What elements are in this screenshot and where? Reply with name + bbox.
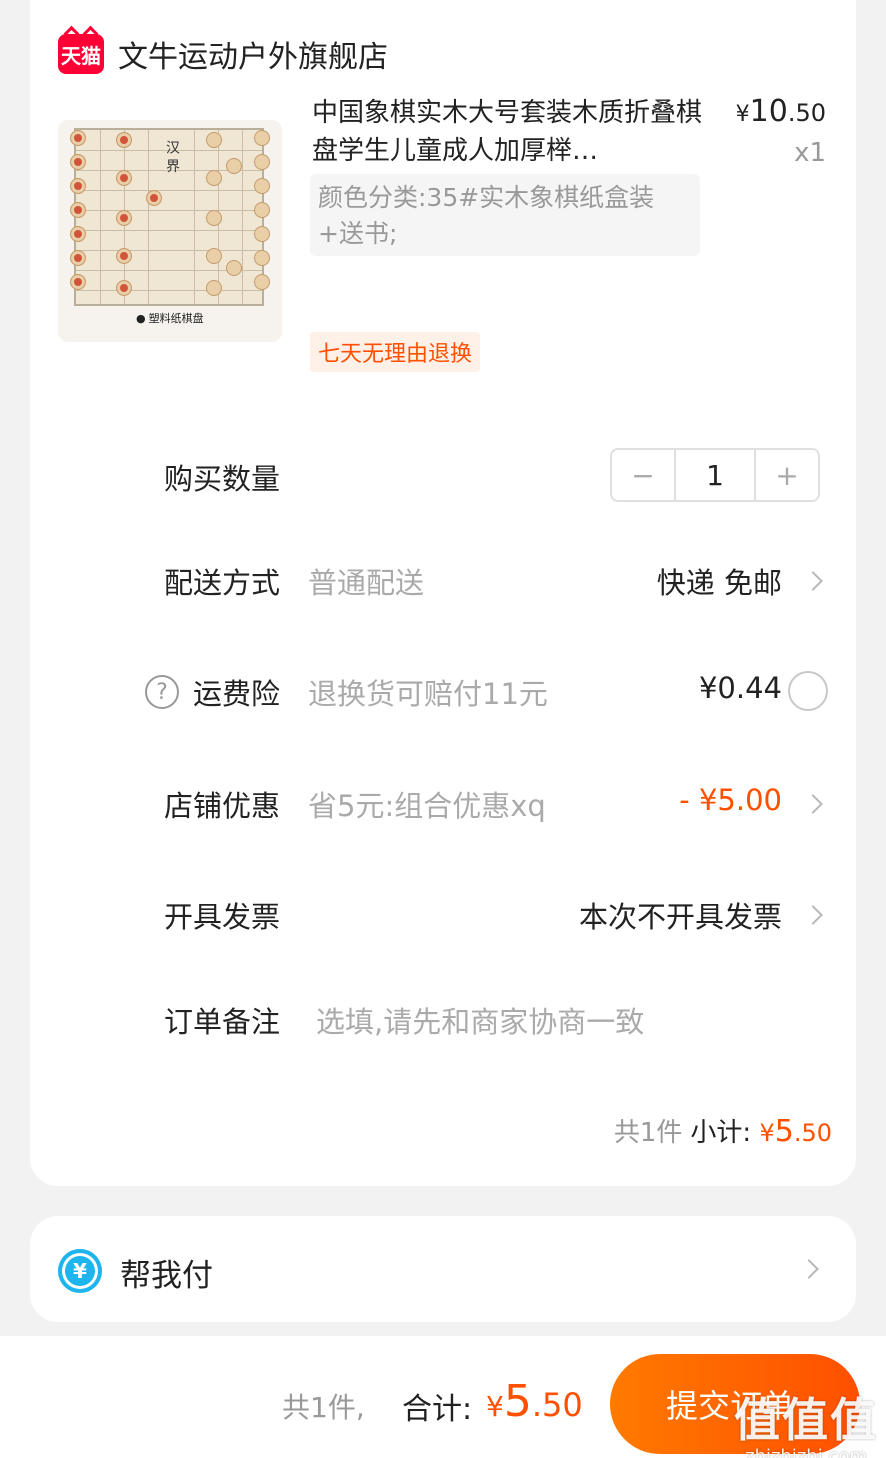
shop-name[interactable]: 文牛运动户外旗舰店 <box>118 32 388 76</box>
help-icon[interactable]: ? <box>144 675 179 709</box>
quantity-row: 购买数量 − 1 + <box>30 446 856 506</box>
shop-card: 天猫 文牛运动户外旗舰店 汉 界 ● 塑料纸棋盘 中国象棋实木大号套装木质折叠棋… <box>30 0 856 1186</box>
checkout-bar: 共1件, 合计: ¥5.50 提交订单 值值值 zhizhizhi.com <box>0 1336 886 1458</box>
note-label: 订单备注 <box>163 1005 280 1039</box>
insurance-desc: 退换货可赔付11元 <box>308 677 548 711</box>
chevron-right-icon <box>799 1259 819 1279</box>
insurance-price: ¥0.44 <box>698 671 782 705</box>
invoice-value: 本次不开具发票 <box>578 900 782 934</box>
product-quantity: x1 <box>794 138 826 168</box>
order-note-row: 订单备注 选填,请先和商家协商一致 <box>30 989 856 1049</box>
river-text: 汉 界 <box>164 140 180 173</box>
image-caption: 塑料纸棋盘 <box>136 310 204 326</box>
invoice-row[interactable]: 开具发票 本次不开具发票 <box>30 884 856 944</box>
increase-button[interactable]: + <box>756 450 818 500</box>
shipping-insurance-row: ? 运费险 退换货可赔付11元 ¥0.44 <box>30 661 856 721</box>
return-policy-badge: 七天无理由退换 <box>310 332 481 372</box>
chevron-right-icon <box>803 571 823 591</box>
chevron-right-icon <box>803 905 823 925</box>
quantity-label: 购买数量 <box>163 462 280 496</box>
subtotal-symbol: ¥ <box>759 1119 775 1147</box>
pay-for-me-label: 帮我付 <box>120 1258 213 1294</box>
chevron-right-icon <box>803 794 823 814</box>
total-count: 共1件, <box>282 1391 365 1424</box>
total-dec: .50 <box>531 1386 583 1424</box>
insurance-radio[interactable] <box>788 671 828 711</box>
product-price: ¥10.50 <box>736 94 826 129</box>
quantity-stepper: − 1 + <box>610 448 820 502</box>
subtotal-price: ¥5.50 <box>759 1114 832 1149</box>
decrease-button[interactable]: − <box>612 450 674 500</box>
discount-label: 店铺优惠 <box>163 789 280 823</box>
subtotal-label: 小计: <box>690 1118 752 1148</box>
delivery-desc: 普通配送 <box>308 566 425 600</box>
price-dec: .50 <box>787 99 826 127</box>
tmall-logo-icon: 天猫 <box>58 34 104 74</box>
yuan-coin-icon: ¥ <box>58 1249 102 1293</box>
total-label: 合计: <box>402 1392 473 1427</box>
delivery-value: 快递 免邮 <box>656 566 782 600</box>
invoice-label: 开具发票 <box>163 900 280 934</box>
quantity-input[interactable]: 1 <box>674 450 756 500</box>
delivery-label: 配送方式 <box>163 566 280 600</box>
watermark-url: zhizhizhi.com <box>745 1446 867 1458</box>
order-note-input[interactable]: 选填,请先和商家协商一致 <box>316 999 644 1041</box>
product-image[interactable]: 汉 界 ● 塑料纸棋盘 <box>58 120 282 342</box>
product-title[interactable]: 中国象棋实木大号套装木质折叠棋盘学生儿童成人加厚榉… <box>312 94 702 170</box>
total-price: ¥5.50 <box>486 1376 583 1427</box>
subtotal: 共1件 小计: ¥5.50 <box>614 1112 832 1149</box>
subtotal-count: 共1件 <box>613 1118 683 1148</box>
price-symbol: ¥ <box>735 102 750 127</box>
total-int: 5 <box>503 1376 532 1427</box>
discount-desc: 省5元:组合优惠xq <box>308 789 546 823</box>
total-symbol: ¥ <box>486 1390 504 1423</box>
watermark-main: 值值值 <box>734 1393 878 1447</box>
subtotal-int: 5 <box>774 1114 794 1149</box>
watermark: 值值值 zhizhizhi.com <box>734 1384 878 1458</box>
shop-discount-row[interactable]: 店铺优惠 省5元:组合优惠xq - ¥5.00 <box>30 773 856 833</box>
product-sku[interactable]: 颜色分类:35#实木象棋纸盒装+送书; <box>310 174 700 256</box>
pay-for-me-row[interactable]: ¥ 帮我付 <box>30 1216 856 1322</box>
delivery-row[interactable]: 配送方式 普通配送 快递 免邮 <box>30 550 856 610</box>
subtotal-dec: .50 <box>793 1119 832 1147</box>
chess-board-illustration: 汉 界 <box>70 128 270 306</box>
price-int: 10 <box>749 94 788 129</box>
insurance-label-group: ? 运费险 <box>144 671 280 713</box>
shop-header[interactable]: 天猫 文牛运动户外旗舰店 <box>58 32 388 76</box>
discount-value: - ¥5.00 <box>679 783 782 817</box>
insurance-label: 运费险 <box>192 677 280 711</box>
